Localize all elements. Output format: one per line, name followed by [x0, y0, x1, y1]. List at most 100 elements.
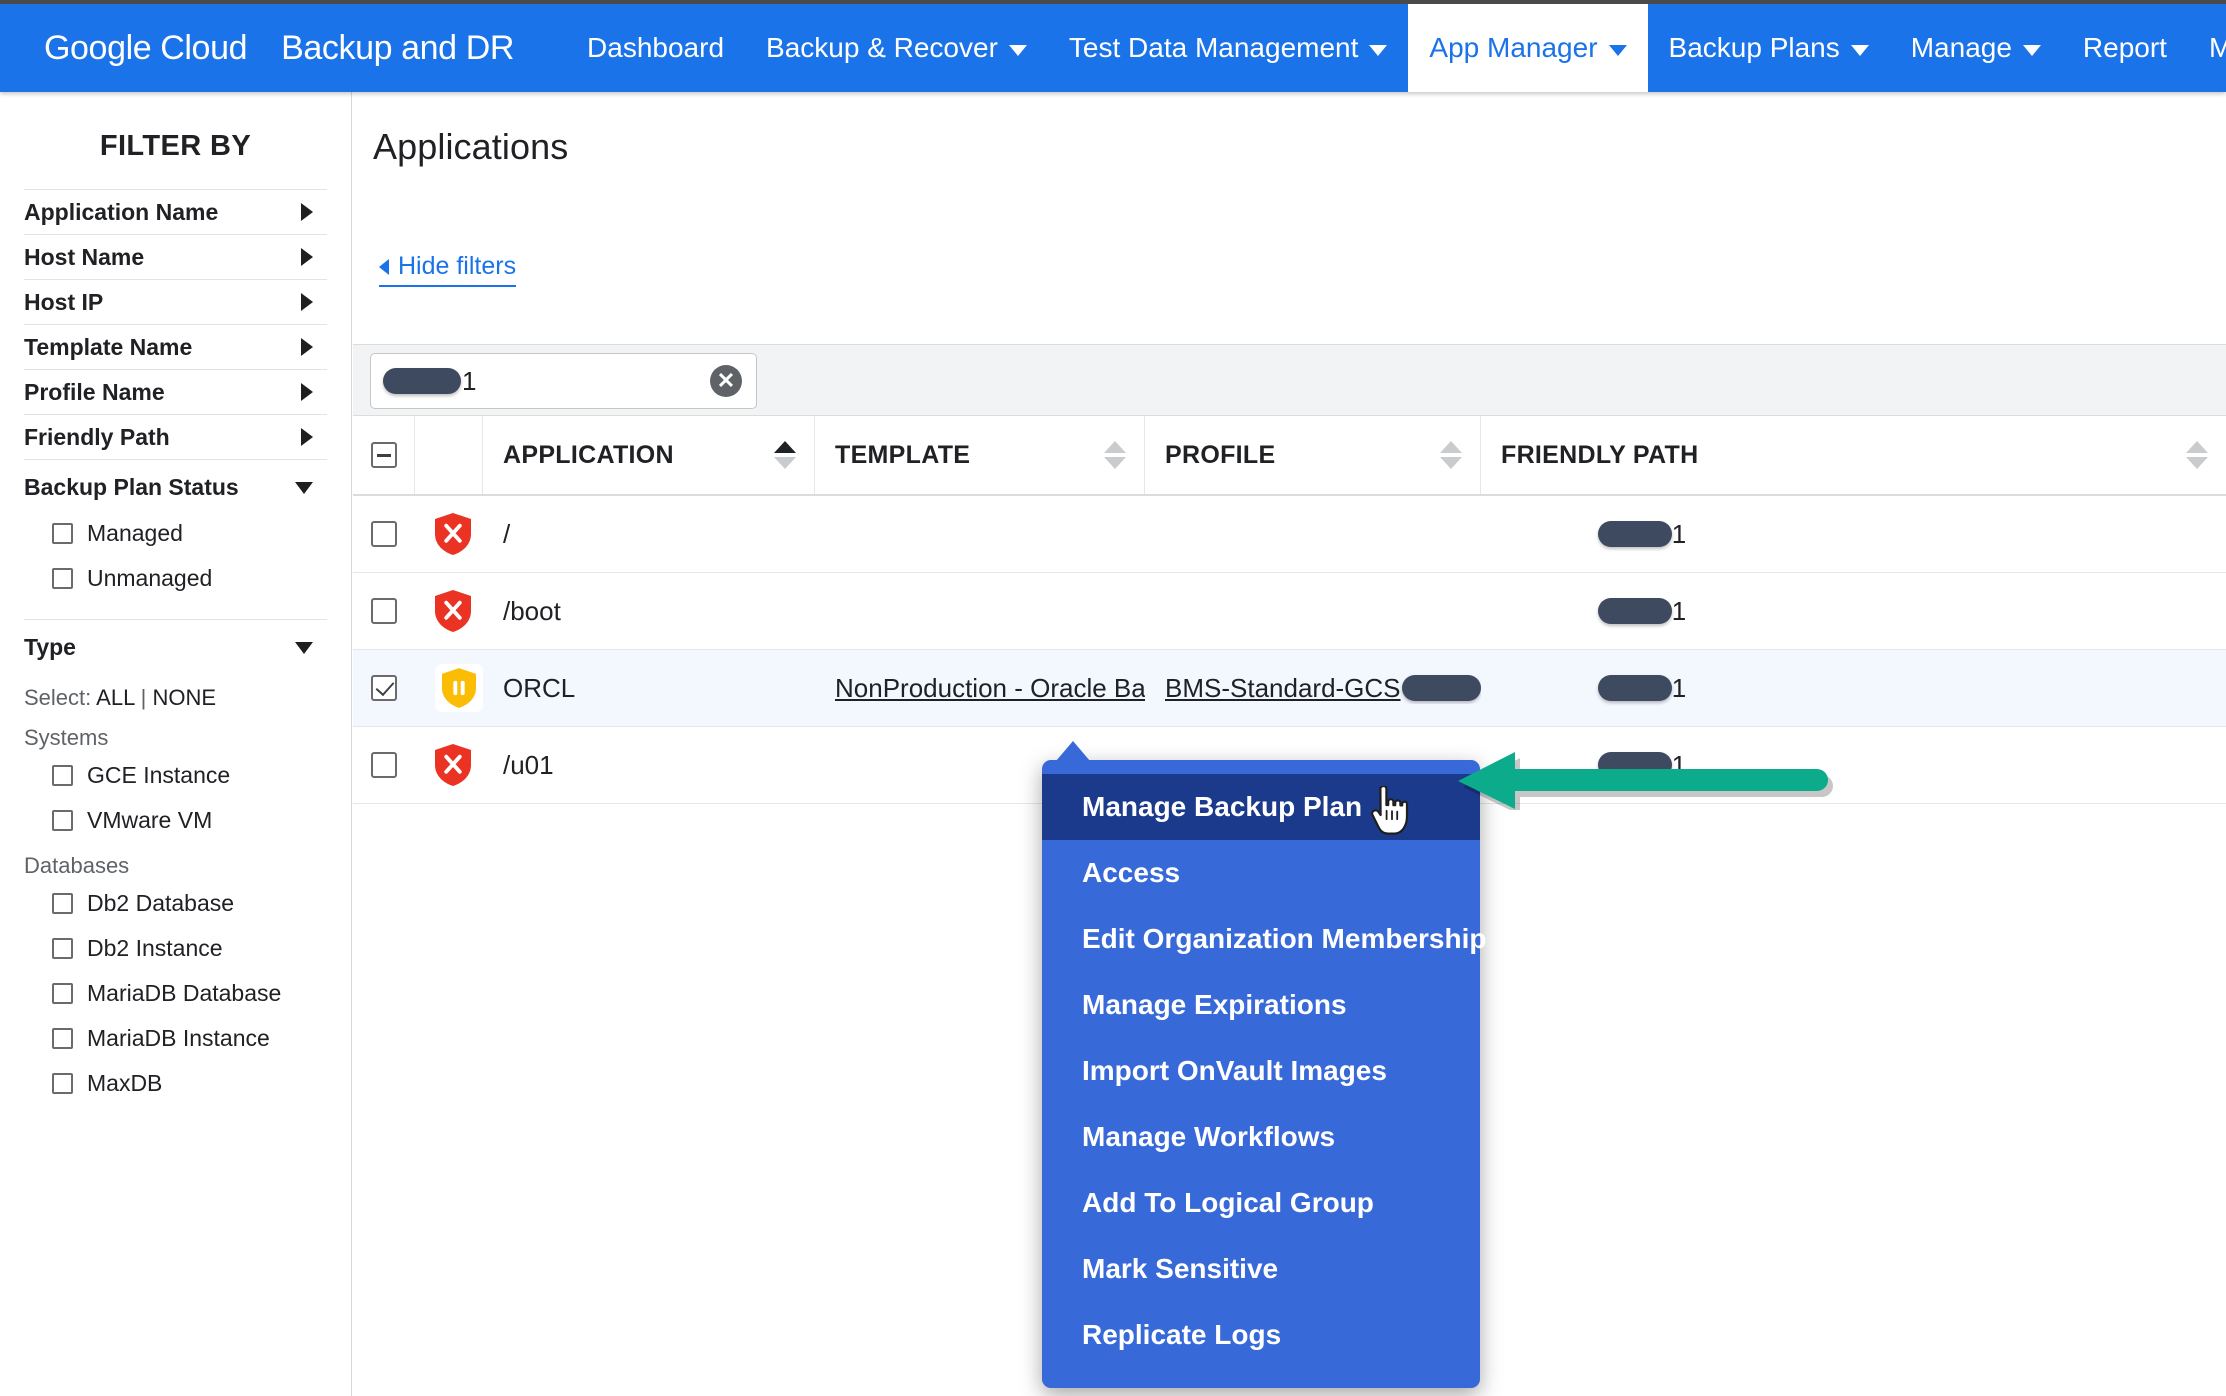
sidebar-filter-backup-plan-status[interactable]: Backup Plan Status [24, 459, 327, 511]
template-link[interactable]: NonProduction - Oracle Ba… [835, 673, 1145, 704]
select-all-link[interactable]: ALL [96, 685, 134, 710]
menu-item-import-onvault-images[interactable]: Import OnVault Images [1042, 1038, 1480, 1104]
checkbox-row-managed[interactable]: Managed [24, 511, 327, 556]
status-icon-column-header [415, 416, 483, 494]
checkbox-row-db2-database[interactable]: Db2 Database [24, 881, 327, 926]
menu-item-label: Import OnVault Images [1082, 1055, 1387, 1086]
menu-item-edit-organization-membership[interactable]: Edit Organization Membership [1042, 906, 1486, 972]
menu-item-manage-expirations[interactable]: Manage Expirations [1042, 972, 1480, 1038]
chevron-right-icon [301, 203, 313, 221]
friendly-path-suffix: 1 [1671, 749, 1687, 780]
nav-item-monitor[interactable]: Monitor [2188, 4, 2226, 92]
checkbox-label: VMware VM [87, 807, 213, 833]
sidebar-filter-host-name[interactable]: Host Name [24, 234, 327, 279]
row-checkbox[interactable] [371, 675, 397, 701]
menu-item-mark-sensitive[interactable]: Mark Sensitive [1042, 1236, 1480, 1302]
checkbox-label: MaxDB [87, 1070, 163, 1096]
checkbox-row-gce-instance[interactable]: GCE Instance [24, 753, 327, 798]
checkbox-vmware-vm[interactable] [52, 810, 73, 831]
redacted-text [1597, 752, 1672, 778]
table-row[interactable]: /boot 1 [353, 573, 2226, 650]
checkbox-mariadb-instance[interactable] [52, 1028, 73, 1049]
sort-icon[interactable] [774, 441, 796, 469]
filter-label: Backup Plan Status [24, 474, 239, 500]
row-profile [1145, 573, 1481, 649]
redacted-text [383, 368, 461, 394]
chevron-down-icon [295, 641, 313, 654]
sidebar-filter-template-name[interactable]: Template Name [24, 324, 327, 369]
nav-item-manage[interactable]: Manage [1890, 4, 2062, 92]
checkbox-row-vmware-vm[interactable]: VMware VM [24, 798, 327, 843]
menu-item-label: Mark Sensitive [1082, 1253, 1279, 1284]
row-application: / [503, 518, 511, 549]
nav-item-backup-plans[interactable]: Backup Plans [1648, 4, 1890, 92]
profile-text: BMS-Standard-GCS [1165, 672, 1401, 703]
search-input[interactable]: 1 ✕ [370, 353, 757, 409]
column-header-application[interactable]: APPLICATION [483, 416, 815, 494]
hide-filters-link[interactable]: Hide filters [379, 252, 517, 287]
table-row[interactable]: ORCL NonProduction - Oracle Ba… BMS-Stan… [353, 650, 2226, 727]
checkbox-gce-instance[interactable] [52, 765, 73, 786]
menu-item-label: Replicate Logs [1082, 1319, 1282, 1350]
chevron-down-icon [295, 481, 313, 494]
nav-item-report[interactable]: Report [2062, 4, 2188, 92]
sort-icon[interactable] [2186, 441, 2208, 469]
checkbox-db2-instance[interactable] [52, 938, 73, 959]
menu-item-add-to-logical-group[interactable]: Add To Logical Group [1042, 1170, 1480, 1236]
checkbox-row-mariadb-instance[interactable]: MariaDB Instance [24, 1016, 327, 1061]
select-all-checkbox-cell[interactable] [353, 416, 415, 494]
checkbox-label: Db2 Instance [87, 935, 223, 961]
row-checkbox[interactable] [371, 752, 397, 778]
checkbox-db2-database[interactable] [52, 893, 73, 914]
column-header-friendly-path[interactable]: FRIENDLY PATH [1481, 416, 2226, 494]
row-checkbox[interactable] [371, 598, 397, 624]
nav-item-label: Backup & Recover [766, 32, 998, 63]
select-all-checkbox[interactable] [370, 442, 397, 468]
select-none-link[interactable]: NONE [152, 685, 216, 710]
sort-icon[interactable] [1104, 441, 1126, 469]
sort-icon[interactable] [1440, 441, 1462, 469]
nav-item-dashboard[interactable]: Dashboard [566, 4, 745, 92]
checkbox-managed[interactable] [52, 523, 73, 544]
row-checkbox-cell[interactable] [353, 727, 415, 803]
column-header-template[interactable]: TEMPLATE [815, 416, 1145, 494]
sidebar-filter-friendly-path[interactable]: Friendly Path [24, 414, 327, 459]
checkbox-mariadb-database[interactable] [52, 983, 73, 1004]
table-row[interactable]: / 1 [353, 496, 2226, 573]
row-checkbox[interactable] [371, 521, 397, 547]
profile-link[interactable]: BMS-Standard-GCS [1165, 673, 1481, 704]
sidebar-filter-application-name[interactable]: Application Name [24, 189, 327, 234]
chevron-down-icon [1369, 45, 1388, 56]
search-value: 1 [383, 366, 476, 397]
row-checkbox-cell[interactable] [353, 650, 415, 726]
chevron-down-icon [1850, 45, 1869, 56]
nav-item-app-manager[interactable]: App Manager [1408, 4, 1648, 92]
product-name: Backup and DR [281, 28, 515, 67]
sidebar-filter-host-ip[interactable]: Host IP [24, 279, 327, 324]
column-header-profile[interactable]: PROFILE [1145, 416, 1481, 494]
column-label: PROFILE [1165, 440, 1276, 469]
checkbox-row-db2-instance[interactable]: Db2 Instance [24, 926, 327, 971]
menu-item-manage-workflows[interactable]: Manage Workflows [1042, 1104, 1480, 1170]
checkbox-row-maxdb[interactable]: MaxDB [24, 1061, 327, 1106]
nav-item-backup-recover[interactable]: Backup & Recover [745, 4, 1048, 92]
clear-search-icon[interactable]: ✕ [710, 365, 742, 397]
menu-item-replicate-logs[interactable]: Replicate Logs [1042, 1302, 1480, 1368]
row-profile [1145, 496, 1481, 572]
menu-item-manage-backup-plan[interactable]: Manage Backup Plan [1042, 774, 1480, 840]
menu-item-access[interactable]: Access [1042, 840, 1480, 906]
brand: Google Cloud Backup and DR [0, 4, 514, 92]
row-status-cell [415, 496, 483, 572]
row-friendly-path: 1 [1481, 496, 2226, 572]
nav-item-test-data-management[interactable]: Test Data Management [1048, 4, 1409, 92]
row-status-cell [415, 727, 483, 803]
checkbox-row-mariadb-database[interactable]: MariaDB Database [24, 971, 327, 1016]
checkbox-unmanaged[interactable] [52, 568, 73, 589]
sidebar-filter-type[interactable]: Type [24, 619, 327, 671]
checkbox-maxdb[interactable] [52, 1073, 73, 1094]
nav-item-label: Monitor [2208, 32, 2226, 63]
checkbox-row-unmanaged[interactable]: Unmanaged [24, 556, 327, 601]
row-checkbox-cell[interactable] [353, 573, 415, 649]
row-checkbox-cell[interactable] [353, 496, 415, 572]
sidebar-filter-profile-name[interactable]: Profile Name [24, 369, 327, 414]
